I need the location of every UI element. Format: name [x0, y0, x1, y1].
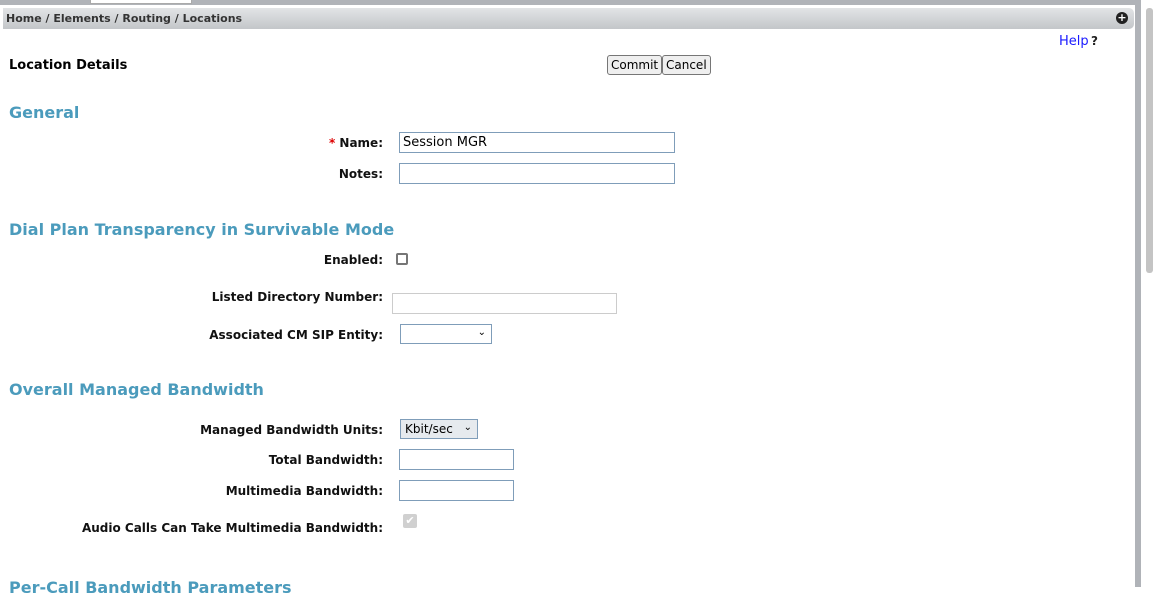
section-dial-plan: Dial Plan Transparency in Survivable Mod…: [9, 220, 395, 239]
total-bw-label: Total Bandwidth:: [268, 453, 383, 467]
enabled-label: Enabled:: [323, 253, 383, 267]
notes-label: Notes:: [338, 167, 383, 181]
browser-tab[interactable]: [90, 0, 192, 4]
listed-dn-input[interactable]: [392, 293, 617, 314]
audio-mm-checkbox[interactable]: ✔: [403, 514, 417, 528]
plus-circle-icon[interactable]: +: [1116, 12, 1128, 24]
enabled-checkbox[interactable]: [396, 253, 408, 265]
required-marker: *: [328, 136, 336, 150]
mm-bw-input[interactable]: [399, 480, 514, 501]
breadcrumb: Home / Elements / Routing / Locations: [3, 8, 1134, 29]
notes-input[interactable]: [399, 163, 675, 184]
name-label: * Name:: [329, 136, 383, 150]
help-icon[interactable]: ?: [1091, 34, 1098, 48]
section-general: General: [9, 103, 80, 122]
listed-dn-label: Listed Directory Number:: [211, 290, 383, 304]
chevron-down-icon: ⌄: [477, 327, 486, 338]
name-label-text: Name:: [339, 136, 383, 150]
bw-units-value: Kbit/sec: [405, 422, 453, 436]
mm-bw-label: Multimedia Bandwidth:: [225, 484, 383, 498]
cm-sip-entity-select[interactable]: ⌄: [400, 324, 492, 344]
commit-button[interactable]: Commit: [607, 55, 663, 75]
chevron-down-icon: ⌄: [463, 422, 472, 433]
bw-units-label: Managed Bandwidth Units:: [200, 423, 383, 437]
section-bandwidth: Overall Managed Bandwidth: [9, 380, 264, 399]
help-link[interactable]: Help: [1059, 34, 1089, 49]
scrollbar-thumb[interactable]: [1146, 8, 1153, 273]
audio-mm-label: Audio Calls Can Take Multimedia Bandwidt…: [81, 521, 383, 535]
total-bw-input[interactable]: [399, 449, 514, 470]
cm-sip-entity-label: Associated CM SIP Entity:: [209, 328, 383, 342]
name-input[interactable]: Session MGR: [399, 132, 675, 153]
bw-units-select[interactable]: Kbit/sec ⌄: [400, 419, 478, 439]
page-title: Location Details: [9, 58, 128, 73]
section-per-call: Per-Call Bandwidth Parameters: [9, 578, 292, 597]
cancel-button[interactable]: Cancel: [662, 55, 711, 75]
